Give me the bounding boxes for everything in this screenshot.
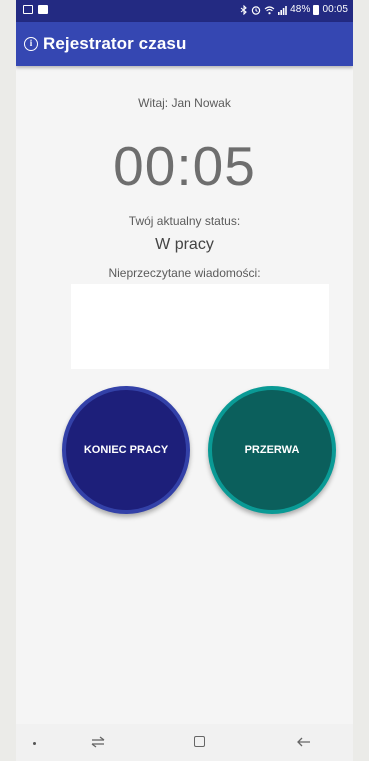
status-left-icons: [23, 5, 48, 14]
status-bar: 48% 00:05: [16, 0, 353, 22]
wifi-icon: [264, 5, 275, 14]
messages-label: Nieprzeczytane wiadomości:: [108, 266, 261, 280]
status-label: Twój aktualny status:: [128, 214, 241, 228]
back-icon[interactable]: [296, 734, 312, 750]
break-button[interactable]: PRZERWA: [208, 386, 336, 514]
battery-icon: [313, 4, 320, 15]
facebook-icon: [38, 5, 48, 14]
status-right-icons: 48% 00:05: [240, 4, 348, 15]
navigation-bar: [16, 724, 353, 761]
image-icon: [23, 5, 33, 14]
app-bar: i Rejestrator czasu: [16, 22, 353, 66]
signal-icon: [278, 5, 287, 15]
status-value: W pracy: [155, 236, 214, 253]
unread-messages-box[interactable]: [71, 284, 329, 369]
alarm-icon: [251, 5, 261, 15]
bluetooth-icon: [240, 4, 247, 15]
battery-percentage: 48%: [290, 4, 311, 15]
home-icon[interactable]: [194, 736, 205, 747]
recent-apps-icon[interactable]: [90, 735, 106, 749]
clock: 00:05: [322, 4, 348, 15]
greeting-text: Witaj: Jan Nowak: [138, 96, 231, 110]
phone-screen: 48% 00:05 i Rejestrator czasu Witaj: Jan…: [16, 0, 353, 761]
dot-icon[interactable]: [33, 742, 36, 745]
end-work-button[interactable]: KONIEC PRACY: [62, 386, 190, 514]
end-work-label: KONIEC PRACY: [83, 444, 169, 456]
break-label: PRZERWA: [244, 444, 300, 456]
elapsed-timer: 00:05: [113, 135, 256, 197]
app-title: Rejestrator czasu: [43, 34, 187, 53]
info-icon[interactable]: i: [24, 37, 38, 51]
